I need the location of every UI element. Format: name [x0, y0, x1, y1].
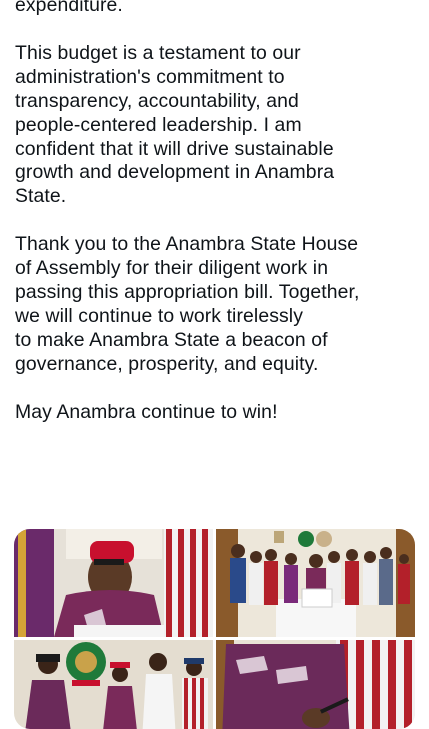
post-paragraph-4: May Anambra continue to win! — [15, 400, 278, 423]
post-paragraph-1: expenditure. — [15, 0, 123, 16]
photo-signing-closeup[interactable] — [216, 640, 415, 729]
post-paragraph-2: This budget is a testament to our admini… — [15, 41, 335, 208]
photo-group-with-signed-bill-image — [216, 529, 415, 637]
photo-signing-budget[interactable] — [14, 529, 213, 637]
post-photo-grid — [14, 529, 415, 729]
photo-signing-budget-image — [14, 529, 213, 637]
photo-signing-closeup-image — [216, 640, 415, 729]
photo-governor-with-officials[interactable] — [14, 640, 213, 729]
post-paragraph-3: Thank you to the Anambra State House of … — [15, 233, 360, 375]
post-body-text: expenditure. This budget is a testament … — [15, 0, 420, 449]
photo-governor-with-officials-image — [14, 640, 213, 729]
photo-group-with-signed-bill[interactable] — [216, 529, 415, 637]
